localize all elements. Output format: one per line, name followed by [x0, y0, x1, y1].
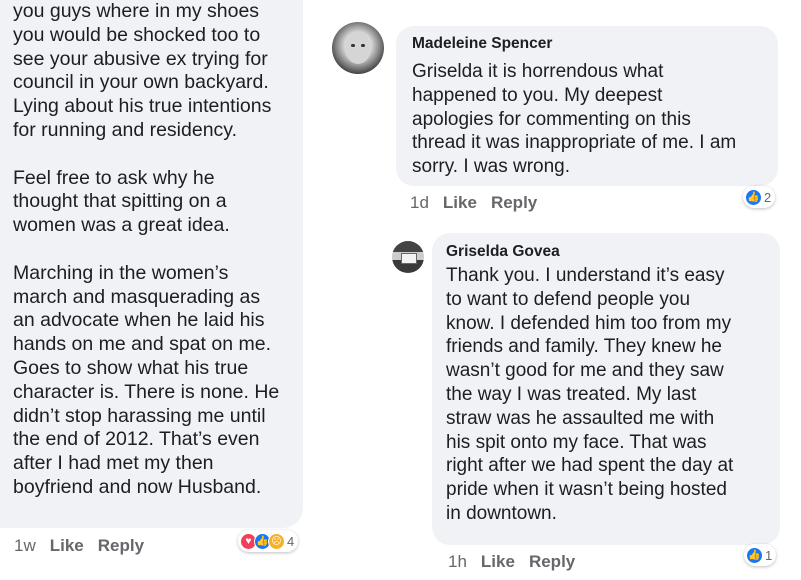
like-icon: 👍 [745, 188, 762, 206]
reaction-count: 2 [764, 189, 772, 205]
comment-text: Thank you. I understand it’s easy to wan… [446, 265, 734, 524]
comment-time[interactable]: 1w [14, 536, 36, 556]
reaction-count: 4 [287, 533, 295, 549]
comment-bubble-griselda: Griselda Govea Thank you. I understand i… [432, 233, 780, 545]
avatar-face [345, 32, 371, 64]
comment-text-left: you guys where in my shoes you would be … [13, 0, 280, 498]
like-button[interactable]: Like [50, 536, 84, 556]
commenter-name[interactable]: Madeleine Spencer [412, 35, 552, 53]
avatar-detail [401, 253, 417, 264]
reply-button[interactable]: Reply [98, 536, 144, 556]
avatar-griselda[interactable] [392, 241, 424, 273]
reaction-summary-madeleine[interactable]: 👍 2 [743, 186, 776, 208]
reply-button[interactable]: Reply [491, 193, 537, 213]
comment-time[interactable]: 1h [448, 552, 467, 572]
like-icon: 👍 [746, 546, 763, 564]
comment-text: Griselda it is horrendous what happened … [412, 61, 737, 178]
comment-meta-left: 1w Like Reply [14, 536, 158, 556]
like-button[interactable]: Like [481, 552, 515, 572]
comment-bubble-left: you guys where in my shoes you would be … [0, 0, 303, 528]
reaction-summary-griselda[interactable]: 👍 1 [744, 544, 777, 566]
sad-icon: ☹ [268, 532, 285, 550]
avatar-eye [361, 44, 365, 47]
like-button[interactable]: Like [443, 193, 477, 213]
avatar-eye [351, 44, 355, 47]
comment-bubble-madeleine: Madeleine Spencer Griselda it is horrend… [396, 26, 778, 186]
comment-time[interactable]: 1d [410, 193, 429, 213]
reaction-summary-left[interactable]: ♥ 👍 ☹ 4 [238, 530, 299, 552]
comment-meta-madeleine: 1d Like Reply [410, 193, 551, 213]
reply-button[interactable]: Reply [529, 552, 575, 572]
commenter-name[interactable]: Griselda Govea [446, 243, 560, 261]
comment-meta-griselda: 1h Like Reply [448, 552, 589, 572]
reaction-count: 1 [765, 547, 773, 563]
avatar-madeleine[interactable] [332, 22, 384, 74]
